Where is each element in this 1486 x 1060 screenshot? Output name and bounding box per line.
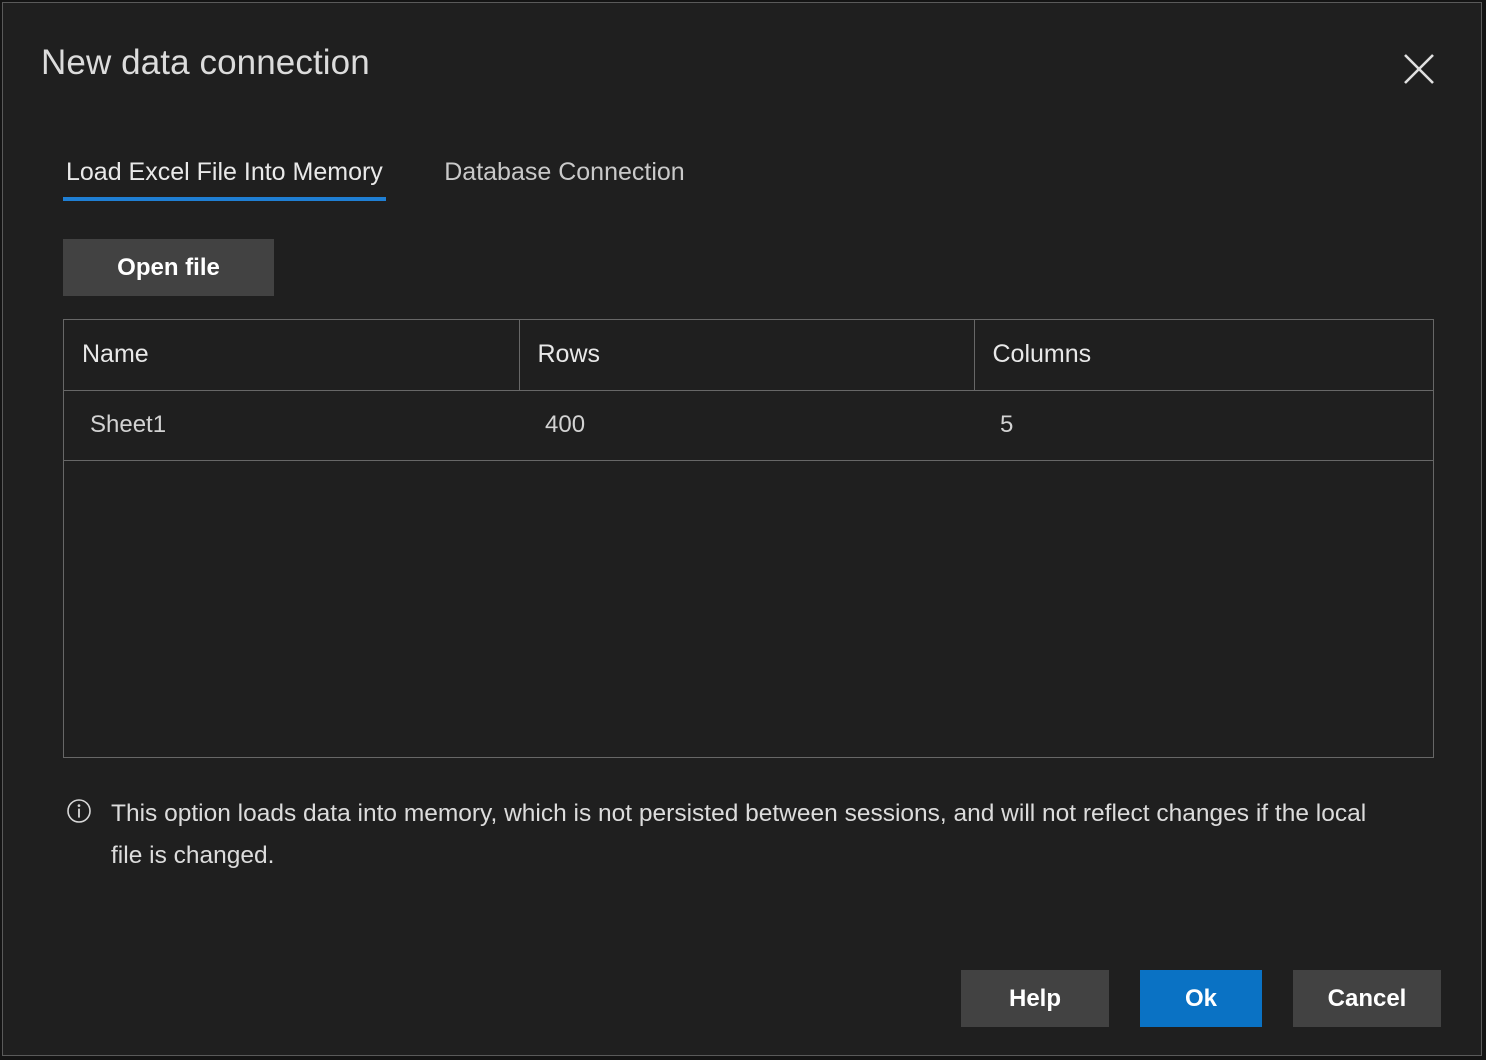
tab-list: Load Excel File Into Memory Database Con… — [63, 158, 688, 216]
table-header-row: Name Rows Columns — [64, 320, 1433, 390]
sheets-table: Name Rows Columns Sheet1 400 5 — [63, 319, 1434, 758]
info-circle-icon — [65, 797, 93, 825]
new-data-connection-dialog: New data connection Load Excel File Into… — [2, 2, 1482, 1056]
tab-database-connection[interactable]: Database Connection — [441, 158, 687, 201]
info-note: This option loads data into memory, whic… — [65, 793, 1395, 877]
help-button[interactable]: Help — [961, 970, 1109, 1027]
column-header-columns[interactable]: Columns — [974, 320, 1433, 390]
cell-name: Sheet1 — [64, 390, 519, 460]
page-title: New data connection — [41, 43, 370, 83]
cell-columns: 5 — [974, 390, 1433, 460]
tab-load-excel-file-into-memory[interactable]: Load Excel File Into Memory — [63, 158, 386, 201]
cancel-button[interactable]: Cancel — [1293, 970, 1441, 1027]
ok-button[interactable]: Ok — [1140, 970, 1262, 1027]
close-icon[interactable] — [1399, 49, 1439, 89]
table-row[interactable]: Sheet1 400 5 — [64, 390, 1433, 460]
column-header-rows[interactable]: Rows — [519, 320, 974, 390]
sheets-table-element: Name Rows Columns Sheet1 400 5 — [64, 320, 1433, 461]
info-note-text: This option loads data into memory, whic… — [111, 793, 1395, 877]
dialog-titlebar: New data connection — [3, 3, 1481, 111]
dialog-footer: Help Ok Cancel — [961, 970, 1441, 1027]
cell-rows: 400 — [519, 390, 974, 460]
column-header-name[interactable]: Name — [64, 320, 519, 390]
open-file-button[interactable]: Open file — [63, 239, 274, 296]
